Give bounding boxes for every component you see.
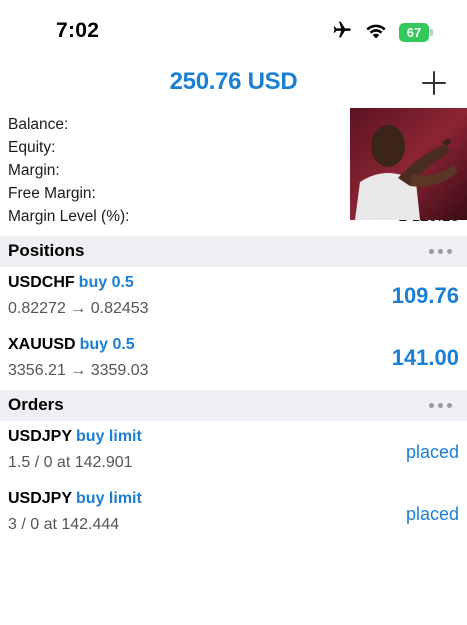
position-row[interactable]: USDCHF buy 0.5 0.82272 → 0.82453 109.76 — [0, 270, 467, 328]
position-title: XAUUSD buy 0.5 — [8, 336, 135, 354]
order-details: 3 / 0 at 142.444 — [8, 516, 120, 533]
more-dot — [446, 248, 452, 254]
order-row[interactable]: USDJPY buy limit 3 / 0 at 142.444 placed — [0, 486, 467, 544]
balance-title: 250.76 USD — [169, 68, 298, 95]
airplane-icon — [331, 20, 353, 45]
orders-more-button[interactable] — [425, 395, 455, 415]
battery-icon: 67 — [399, 23, 433, 42]
margin-level-label: Margin Level (%): — [8, 208, 130, 225]
order-side: buy limit — [76, 490, 142, 507]
order-title: USDJPY buy limit — [8, 490, 142, 508]
status-bar: 7:02 67 — [0, 0, 467, 60]
order-state: placed — [405, 442, 459, 462]
order-title: USDJPY buy limit — [8, 428, 142, 446]
balance-label: Balance: — [8, 116, 69, 133]
equity-row: Equity: — [8, 139, 55, 162]
orders-title: Orders — [8, 395, 64, 414]
balance-row: Balance: — [8, 116, 68, 139]
position-symbol: USDCHF — [8, 274, 75, 291]
order-row[interactable]: USDJPY buy limit 1.5 / 0 at 142.901 place… — [0, 424, 467, 482]
order-details: 1.5 / 0 at 142.901 — [8, 454, 133, 471]
positions-header: Positions — [0, 236, 467, 267]
add-order-button[interactable] — [417, 66, 451, 100]
position-profit: 109.76 — [391, 283, 459, 308]
free-margin-row: Free Margin: — [8, 185, 96, 208]
wifi-icon — [365, 22, 387, 44]
position-symbol: XAUUSD — [8, 336, 76, 353]
position-prices: 3356.21 → 3359.03 — [8, 362, 149, 379]
order-symbol: USDJPY — [8, 428, 73, 445]
more-dots-icon — [428, 402, 434, 408]
position-row[interactable]: XAUUSD buy 0.5 3356.21 → 3359.03 141.00 — [0, 332, 467, 390]
battery-tip — [430, 29, 433, 36]
margin-level-row: Margin Level (%): — [8, 208, 129, 231]
more-dot — [437, 402, 443, 408]
position-side: buy 0.5 — [79, 336, 135, 353]
more-dot — [446, 402, 452, 408]
status-time: 7:02 — [56, 19, 100, 42]
orders-header: Orders — [0, 390, 467, 421]
order-symbol: USDJPY — [8, 490, 73, 507]
position-profit: 141.00 — [391, 345, 459, 370]
order-side: buy limit — [76, 428, 142, 445]
positions-more-button[interactable] — [425, 241, 455, 261]
position-side: buy 0.5 — [78, 274, 134, 291]
margin-label: Margin: — [8, 162, 60, 179]
position-title: USDCHF buy 0.5 — [8, 274, 134, 292]
header: 250.76 USD — [0, 60, 467, 106]
more-dots-icon — [428, 248, 434, 254]
plus-icon — [422, 71, 446, 95]
more-dot — [437, 248, 443, 254]
avatar-photo — [350, 108, 467, 220]
position-prices: 0.82272 → 0.82453 — [8, 300, 149, 317]
equity-label: Equity: — [8, 139, 56, 156]
battery-level: 67 — [399, 23, 429, 42]
positions-title: Positions — [8, 241, 85, 260]
status-icons: 67 — [331, 20, 433, 45]
order-state: placed — [405, 504, 459, 524]
free-margin-label: Free Margin: — [8, 185, 96, 202]
margin-row: Margin: — [8, 162, 60, 185]
